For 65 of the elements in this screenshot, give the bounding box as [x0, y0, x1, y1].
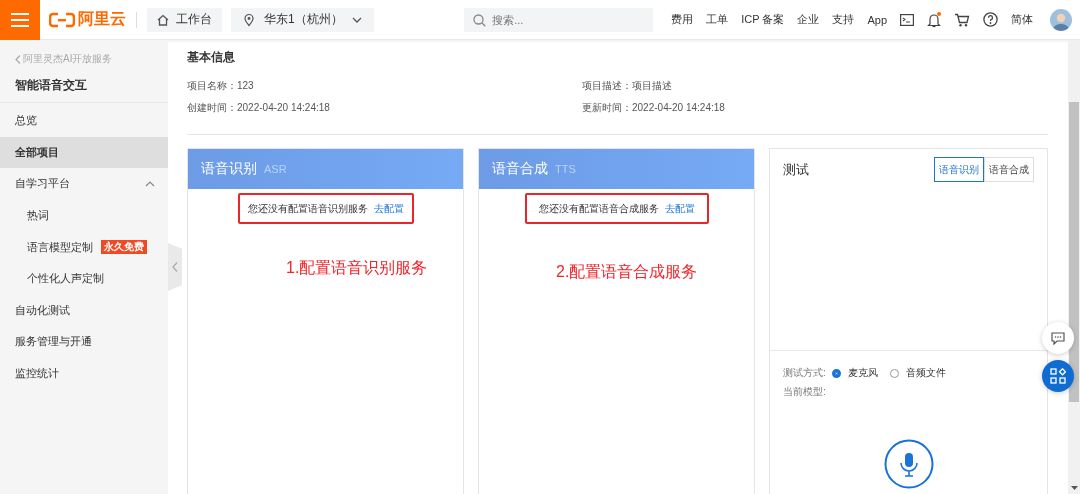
- section-title: 基本信息: [187, 49, 236, 65]
- search-field[interactable]: 搜索...: [464, 7, 654, 32]
- radio-option[interactable]: 麦克风: [831, 366, 878, 380]
- card-title: 语音识别: [201, 160, 257, 178]
- sidebar-item[interactable]: 总览: [0, 105, 168, 137]
- scrollbar[interactable]: [1068, 40, 1080, 494]
- bell-icon[interactable]: [927, 11, 941, 28]
- sidebar-item[interactable]: 自动化测试: [0, 294, 168, 327]
- configure-link[interactable]: 去配置: [373, 201, 404, 216]
- nav-link[interactable]: 工单: [706, 12, 729, 27]
- annotation-text: 1.配置语音识别服务: [286, 258, 429, 278]
- avatar-icon[interactable]: [1050, 8, 1072, 31]
- feedback-button[interactable]: [1042, 322, 1074, 354]
- scroll-down-icon[interactable]: [1071, 486, 1078, 490]
- info-field: 更新时间：2022-04-20 14:24:18: [582, 101, 1048, 115]
- chevron-up-icon[interactable]: [145, 181, 155, 187]
- apps-button[interactable]: [1042, 360, 1074, 392]
- apps-icon[interactable]: [1050, 368, 1066, 384]
- sidebar-item[interactable]: 语言模型定制 永久免费: [0, 231, 168, 263]
- tab[interactable]: 语音识别: [934, 157, 984, 182]
- sidebar-item[interactable]: 热词: [0, 199, 168, 232]
- microphone-button-icon[interactable]: [883, 439, 934, 489]
- sidebar-item[interactable]: 监控统计: [0, 357, 168, 390]
- region-selector[interactable]: 华东1（杭州）: [231, 7, 374, 32]
- location-pin-icon[interactable]: [243, 12, 255, 27]
- terminal-icon[interactable]: [900, 13, 914, 26]
- nav-link[interactable]: App: [867, 13, 887, 26]
- home-icon[interactable]: [157, 13, 169, 26]
- mode-label: 测试方式:: [783, 366, 826, 380]
- empty-message: 您还没有配置语音合成服务: [538, 201, 659, 216]
- sidebar-item[interactable]: 自学习平台: [0, 168, 168, 200]
- info-field: 项目名称：123: [187, 79, 582, 93]
- chat-icon[interactable]: [1051, 331, 1065, 345]
- card-subtitle: TTS: [555, 163, 576, 175]
- empty-message: 您还没有配置语音识别服务: [247, 201, 368, 216]
- collapse-handle[interactable]: [168, 243, 182, 291]
- sidebar-item[interactable]: 服务管理与开通: [0, 326, 168, 358]
- free-badge: 永久免费: [101, 240, 147, 255]
- menu-icon[interactable]: [11, 12, 29, 27]
- annotation-text: 2.配置语音合成服务: [556, 262, 699, 282]
- sidebar-item[interactable]: 全部项目: [0, 136, 168, 169]
- tab[interactable]: 语音合成: [984, 157, 1034, 182]
- configure-link[interactable]: 去配置: [664, 201, 695, 216]
- panel-title: 测试: [783, 160, 809, 179]
- nav-link[interactable]: 支持: [832, 12, 855, 27]
- sidebar-title: 智能语音交互: [14, 77, 88, 94]
- nav-link[interactable]: ICP 备案: [741, 12, 785, 27]
- radio-option[interactable]: 音频文件: [889, 366, 946, 380]
- model-label: 当前模型:: [782, 385, 827, 399]
- card-title: 语音合成: [492, 160, 548, 178]
- info-field: 创建时间：2022-04-20 14:24:18: [187, 101, 582, 115]
- help-icon[interactable]: [983, 12, 998, 27]
- menu-button[interactable]: [0, 0, 40, 40]
- info-field: 项目描述：项目描述: [582, 79, 1048, 93]
- sidebar-item[interactable]: 个性化人声定制: [0, 262, 168, 295]
- nav-link[interactable]: 企业: [797, 12, 820, 27]
- language-link[interactable]: 简体: [1011, 12, 1033, 27]
- chevron-down-icon[interactable]: [351, 16, 362, 23]
- scrollbar-thumb[interactable]: [1069, 102, 1079, 402]
- nav-link[interactable]: 费用: [671, 12, 694, 27]
- workbench-button[interactable]: 工作台: [147, 7, 222, 32]
- logo-icon[interactable]: [49, 11, 75, 28]
- card-subtitle: ASR: [264, 163, 287, 175]
- search-icon[interactable]: [473, 13, 487, 27]
- cart-icon[interactable]: [954, 12, 970, 27]
